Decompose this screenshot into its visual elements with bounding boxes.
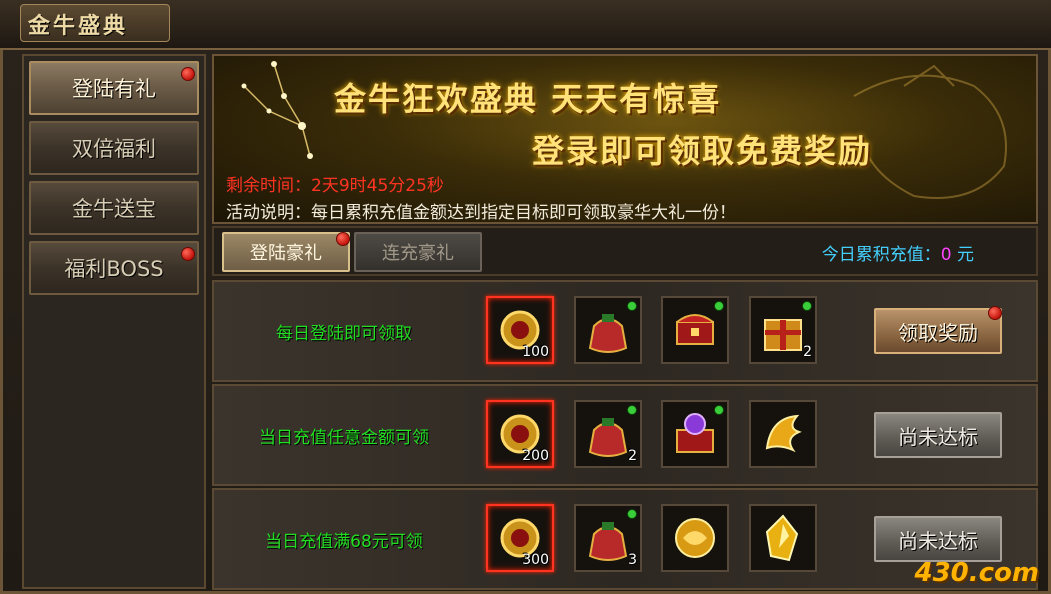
new-item-dot-icon: [627, 301, 637, 311]
gold-orb-icon: [675, 518, 715, 558]
new-item-dot-icon: [802, 301, 812, 311]
sidebar-item-golden-ox[interactable]: 金牛送宝: [29, 181, 199, 235]
gem-chest-icon: [676, 413, 714, 453]
description-text: 每日累积充值金额达到指定目标即可领取豪华大礼一份！: [311, 203, 736, 223]
window-title: 金牛盛典: [28, 13, 129, 39]
tab-bar: 登陆豪礼 连充豪礼 今日累积充值：0 元: [212, 226, 1038, 276]
reward-item-slot[interactable]: 200: [486, 400, 554, 468]
reward-condition: 当日充值任意金额可领: [259, 427, 429, 448]
item-count: 3: [628, 552, 637, 568]
reward-item-slot[interactable]: 100: [486, 296, 554, 364]
timer-value: 2天9时45分25秒: [311, 176, 444, 196]
item-count: 2: [628, 448, 637, 464]
reward-item-slot[interactable]: 2: [749, 296, 817, 364]
reward-row: 每日登陆即可领取 100 2 领取奖励: [212, 280, 1038, 382]
notification-dot-icon: [181, 247, 195, 261]
treasure-chest-icon: [676, 314, 714, 345]
not-reached-button[interactable]: 尚未达标: [874, 412, 1002, 458]
reward-item-slot[interactable]: [661, 400, 729, 468]
sidebar-item-label: 金牛送宝: [72, 197, 156, 221]
reward-item-slot[interactable]: [661, 296, 729, 364]
gold-crystal-icon: [765, 514, 799, 562]
tab-label: 连充豪礼: [382, 243, 454, 264]
new-item-dot-icon: [714, 301, 724, 311]
tab-login-gift[interactable]: 登陆豪礼: [222, 232, 350, 272]
new-item-dot-icon: [627, 405, 637, 415]
reward-item-slot[interactable]: [574, 296, 642, 364]
reward-row: 当日充值任意金额可领 200 2 尚未达标: [212, 384, 1038, 486]
gold-wing-icon: [765, 414, 802, 453]
not-reached-button[interactable]: 尚未达标: [874, 516, 1002, 562]
sidebar-item-boss[interactable]: 福利BOSS: [29, 241, 199, 295]
new-item-dot-icon: [627, 509, 637, 519]
new-item-dot-icon: [714, 405, 724, 415]
item-count: 200: [522, 448, 549, 464]
banner-headline: 金牛狂欢盛典 天天有惊喜: [334, 80, 722, 118]
today-recharge-unit: 元: [957, 245, 974, 265]
reward-item-slot[interactable]: 2: [574, 400, 642, 468]
today-recharge-value: 0: [940, 245, 952, 265]
sidebar-item-double-bonus[interactable]: 双倍福利: [29, 121, 199, 175]
gift-box-icon: [764, 319, 802, 351]
sidebar-item-label: 登陆有礼: [72, 77, 156, 101]
timer-label: 剩余时间：: [226, 176, 311, 196]
title-bar: 金牛盛典: [0, 0, 1051, 50]
reward-item-slot[interactable]: [749, 504, 817, 572]
today-recharge: 今日累积充值：0 元: [822, 240, 974, 265]
notification-dot-icon: [336, 232, 350, 246]
reward-item-slot[interactable]: 300: [486, 504, 554, 572]
event-description: 活动说明：每日累积充值金额达到指定目标即可领取豪华大礼一份！: [226, 198, 736, 223]
sidebar-item-label: 福利BOSS: [64, 257, 164, 281]
event-banner: 金牛狂欢盛典 天天有惊喜 登录即可领取免费奖励 剩余时间：2天9时45分25秒 …: [212, 54, 1038, 224]
reward-item-slot[interactable]: [661, 504, 729, 572]
item-count: 300: [522, 552, 549, 568]
lucky-bag-icon: [588, 314, 628, 353]
reward-item-slot[interactable]: [749, 400, 817, 468]
sidebar-item-login-gift[interactable]: 登陆有礼: [29, 61, 199, 115]
sidebar: 登陆有礼 双倍福利 金牛送宝 福利BOSS: [22, 54, 206, 589]
banner-subheadline: 登录即可领取免费奖励: [532, 132, 873, 170]
tab-label: 登陆豪礼: [250, 243, 322, 264]
item-count: 2: [803, 344, 812, 360]
lucky-bag-icon: [588, 522, 628, 561]
claim-reward-button[interactable]: 领取奖励: [874, 306, 1002, 354]
button-label: 领取奖励: [898, 320, 978, 345]
tab-consecutive-recharge[interactable]: 连充豪礼: [354, 232, 482, 272]
description-label: 活动说明：: [226, 203, 311, 223]
sidebar-item-label: 双倍福利: [72, 137, 156, 161]
lucky-bag-icon: [588, 418, 628, 457]
item-count: 100: [522, 344, 549, 360]
reward-condition: 当日充值满68元可领: [265, 531, 423, 552]
today-recharge-label: 今日累积充值：: [821, 245, 941, 265]
button-label: 尚未达标: [898, 528, 978, 553]
site-watermark: 430.com: [914, 558, 1039, 588]
notification-dot-icon: [988, 306, 1002, 320]
reward-condition: 每日登陆即可领取: [276, 323, 412, 344]
button-label: 尚未达标: [898, 424, 978, 449]
notification-dot-icon: [181, 67, 195, 81]
countdown-timer: 剩余时间：2天9时45分25秒: [226, 171, 444, 196]
reward-item-slot[interactable]: 3: [574, 504, 642, 572]
